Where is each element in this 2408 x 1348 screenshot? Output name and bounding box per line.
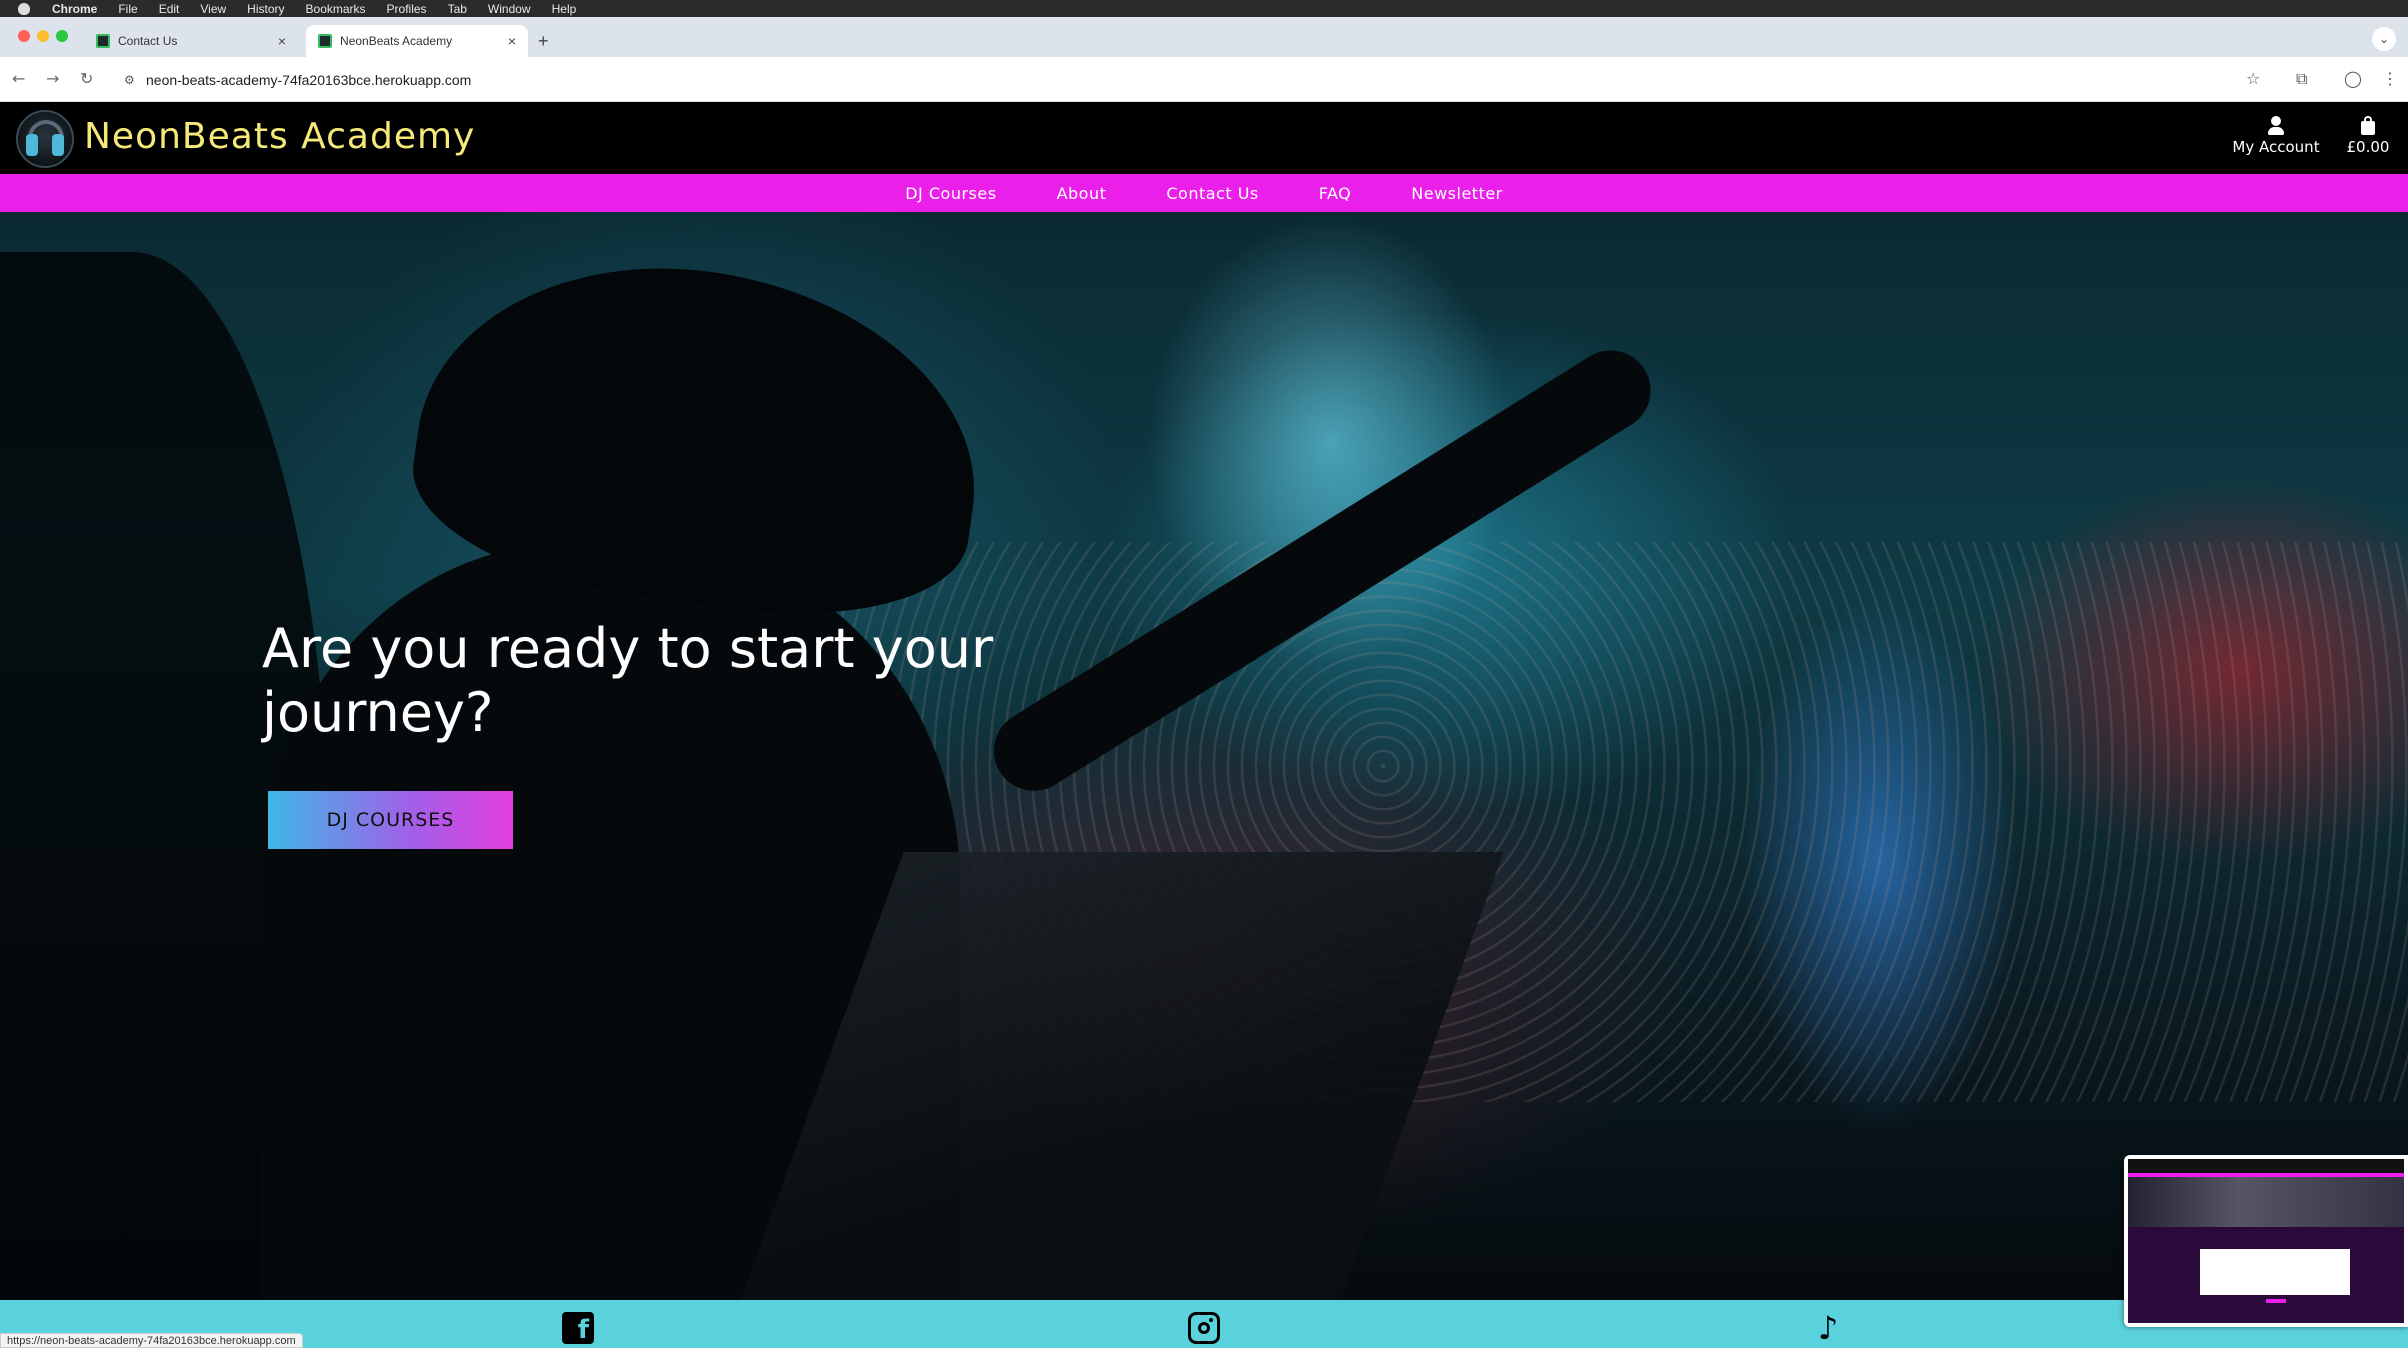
dj-courses-button[interactable]: DJ COURSES (268, 791, 513, 849)
site-favicon-icon (96, 34, 110, 48)
apple-icon[interactable] (18, 2, 30, 15)
cart-link[interactable]: £0.00 (2338, 116, 2398, 156)
menu-view[interactable]: View (200, 2, 226, 16)
cart-total: £0.00 (2346, 138, 2390, 156)
main-nav: DJ Courses About Contact Us FAQ Newslett… (0, 174, 2408, 212)
hero-title: Are you ready to start your journey? (262, 617, 994, 744)
new-tab-button[interactable]: + (538, 31, 549, 52)
site-settings-icon[interactable]: ⚙ (124, 73, 135, 87)
menu-profiles[interactable]: Profiles (387, 2, 427, 16)
macos-menubar: Chrome File Edit View History Bookmarks … (0, 0, 2408, 17)
my-account-label: My Account (2232, 138, 2320, 156)
browser-toolbar: ← → ↻ ⚙ neon-beats-academy-74fa20163bce.… (0, 57, 2408, 102)
nav-dj-courses[interactable]: DJ Courses (905, 184, 996, 203)
address-bar[interactable]: ⚙ neon-beats-academy-74fa20163bce.heroku… (112, 65, 2242, 95)
browser-menu-kebab-icon[interactable]: ⋮ (2382, 69, 2398, 88)
address-bar-url: neon-beats-academy-74fa20163bce.herokuap… (146, 72, 472, 88)
instagram-icon[interactable] (1188, 1312, 1220, 1344)
tab-contact-us[interactable]: Contact Us × (84, 25, 298, 57)
tab-preview-thumbnail (2124, 1155, 2408, 1327)
menu-app-name[interactable]: Chrome (52, 2, 97, 16)
shopping-bag-icon (2359, 116, 2377, 136)
window-minimize-button[interactable] (37, 30, 49, 42)
nav-contact-us[interactable]: Contact Us (1166, 184, 1258, 203)
menu-window[interactable]: Window (488, 2, 531, 16)
nav-newsletter[interactable]: Newsletter (1411, 184, 1503, 203)
tab-title: NeonBeats Academy (340, 34, 453, 48)
tiktok-icon[interactable]: ♪ (1812, 1312, 1844, 1344)
menu-edit[interactable]: Edit (159, 2, 180, 16)
profile-avatar-icon[interactable]: ◯ (2344, 69, 2362, 88)
site-header: NeonBeats Academy My Account £0.00 (0, 102, 2408, 174)
bookmark-star-icon[interactable]: ☆ (2246, 69, 2260, 88)
tab-close-icon[interactable]: × (508, 33, 516, 49)
nav-faq[interactable]: FAQ (1319, 184, 1352, 203)
user-icon (2267, 116, 2285, 136)
menu-file[interactable]: File (118, 2, 137, 16)
extensions-puzzle-icon[interactable]: ⧉ (2296, 69, 2307, 89)
headphones-logo-icon[interactable] (16, 110, 74, 168)
hero-section: Are you ready to start your journey? DJ … (0, 212, 2408, 1300)
facebook-icon[interactable]: f (562, 1312, 594, 1344)
reload-icon[interactable]: ↻ (80, 69, 93, 88)
menu-help[interactable]: Help (552, 2, 577, 16)
link-status-url: https://neon-beats-academy-74fa20163bce.… (0, 1333, 303, 1348)
site-footer: f ♪ (0, 1300, 2408, 1348)
site-favicon-icon (318, 34, 332, 48)
menu-bookmarks[interactable]: Bookmarks (306, 2, 366, 16)
tab-title: Contact Us (118, 34, 178, 48)
my-account-link[interactable]: My Account (2224, 116, 2328, 156)
forward-arrow-icon[interactable]: → (46, 69, 59, 88)
window-zoom-button[interactable] (56, 30, 68, 42)
browser-tabstrip: Contact Us × NeonBeats Academy × + ⌄ (0, 17, 2408, 57)
tab-close-icon[interactable]: × (278, 33, 286, 49)
menu-tab[interactable]: Tab (448, 2, 467, 16)
nav-about[interactable]: About (1057, 184, 1107, 203)
menu-history[interactable]: History (247, 2, 284, 16)
window-close-button[interactable] (18, 30, 30, 42)
back-arrow-icon[interactable]: ← (12, 69, 25, 88)
brand-title[interactable]: NeonBeats Academy (84, 116, 475, 157)
tab-neonbeats-academy[interactable]: NeonBeats Academy × (306, 25, 528, 57)
tab-search-chevron-icon[interactable]: ⌄ (2372, 27, 2396, 51)
